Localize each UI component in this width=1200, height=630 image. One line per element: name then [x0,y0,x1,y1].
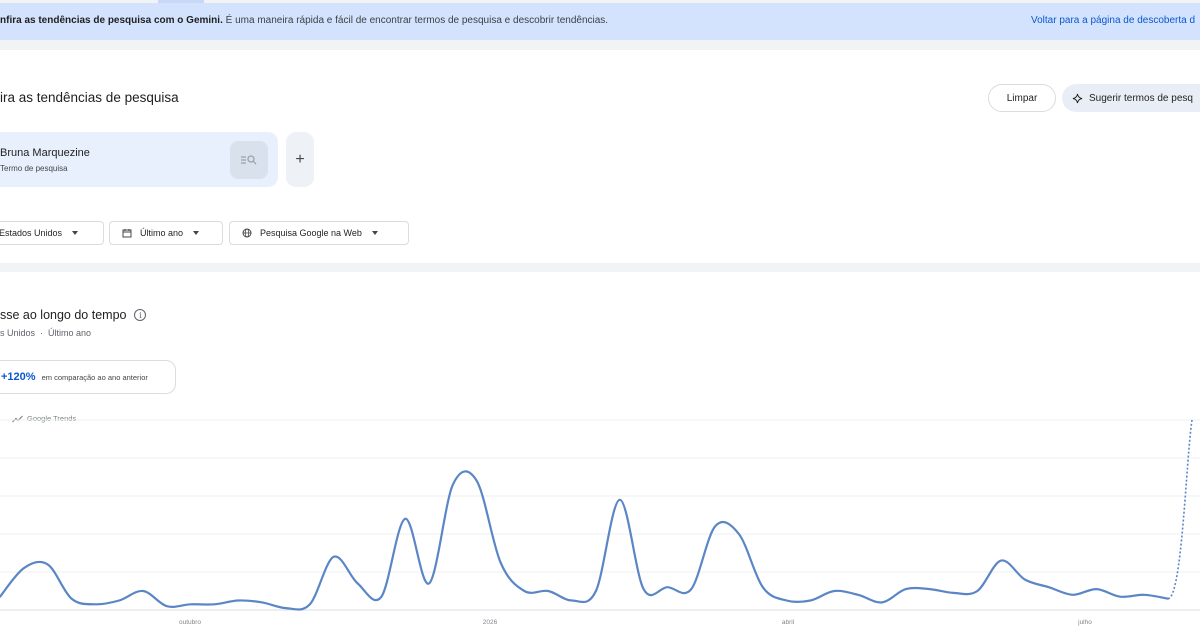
x-tick-label: julho [1077,619,1092,626]
suggest-terms-button[interactable]: Sugerir termos de pesq [1062,84,1200,112]
data-point [165,604,169,608]
region-filter[interactable]: Estados Unidos [0,221,104,245]
data-point [904,587,908,591]
interest-over-time-card: sse ao longo do tempo i s Unidos · Último … [0,272,1200,630]
data-point [236,599,240,603]
x-tick-label: abril [782,619,795,626]
banner-text: nfira as tendências de pesquisa com o Ge… [0,15,608,26]
data-point [1166,597,1170,601]
data-point [427,581,431,585]
time-filter-label: Último ano [140,228,184,238]
banner-text-rest: É uma maneira rápida e fácil de encontra… [222,15,609,26]
data-point [1095,587,1099,591]
data-point [761,585,765,589]
gemini-banner: nfira as tendências de pesquisa com o Ge… [0,3,1200,40]
search-term-chip[interactable]: Bruna Marquezine Termo de pesquisa [0,132,278,187]
data-point [141,589,145,593]
data-point [856,593,860,597]
data-point [1047,585,1051,589]
data-point [22,566,26,570]
data-point [689,587,693,591]
data-point [379,595,383,599]
search-type-filter-label: Pesquisa Google na Web [260,228,362,238]
x-axis-ticks: outubro 2026 abril julho [179,619,1092,626]
data-point [952,591,956,595]
series-points [0,479,1170,610]
data-point [117,599,121,603]
series-line [0,470,1170,611]
banner-text-bold: nfira as tendências de pesquisa com o Ge… [0,15,223,26]
data-point [475,479,479,483]
data-point [356,581,360,585]
data-point [213,602,217,606]
interest-line-chart[interactable]: outubro 2026 abril julho [0,272,1200,630]
data-point [713,524,717,528]
data-point [308,602,312,606]
data-point [737,532,741,536]
data-point [808,599,812,603]
x-tick-label: outubro [179,619,201,626]
add-term-button[interactable]: + [286,132,314,187]
term-name: Bruna Marquezine [0,147,90,159]
calendar-icon [122,229,132,238]
data-point [332,555,336,559]
data-point [284,606,288,610]
data-point [665,585,669,589]
clear-button[interactable]: Limpar [988,84,1056,112]
globe-icon [242,228,252,238]
explore-title: ira as tendências de pesquisa [0,90,179,105]
x-tick-label: 2026 [483,619,498,626]
data-point [928,587,932,591]
term-type-selector[interactable] [230,141,268,179]
dropdown-caret-icon [72,231,79,235]
data-point [999,559,1003,563]
dropdown-caret-icon [371,231,378,235]
data-point [1023,578,1027,582]
data-point [499,561,503,565]
data-point [1118,595,1122,599]
data-point [189,602,193,606]
data-point [522,589,526,593]
data-point [451,483,455,487]
suggest-terms-label: Sugerir termos de pesq [1089,92,1193,104]
data-point [1071,593,1075,597]
dropdown-caret-icon [193,231,200,235]
data-point [785,599,789,603]
data-point [70,597,74,601]
time-filter[interactable]: Último ano [109,221,223,245]
data-point [880,600,884,604]
data-point [618,498,622,502]
page: nfira as tendências de pesquisa com o Ge… [0,0,1200,630]
data-point [546,589,550,593]
gemini-sparkle-icon [1072,93,1083,103]
explore-card: ira as tendências de pesquisa Limpar Sug… [0,50,1200,263]
region-filter-label: Estados Unidos [0,228,63,238]
data-point [570,599,574,603]
data-point [832,589,836,593]
person-search-icon [241,155,257,165]
data-point [260,600,264,604]
data-point [93,602,97,606]
data-point [594,589,598,593]
data-point [46,562,50,566]
data-point [975,589,979,593]
data-point [642,587,646,591]
search-type-filter[interactable]: Pesquisa Google na Web [229,221,409,245]
data-point [1142,593,1146,597]
back-to-discover-link[interactable]: Voltar para a página de descoberta d [1031,15,1195,26]
data-point [403,517,407,521]
term-type: Termo de pesquisa [0,164,68,173]
